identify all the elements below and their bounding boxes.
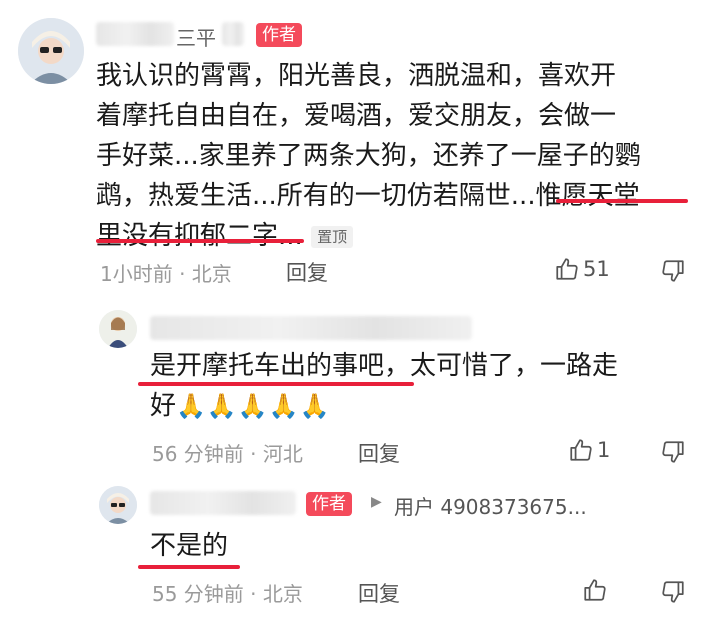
highlight-underline [96,239,304,243]
reply-button[interactable]: 回复 [358,578,400,608]
thumbs-up-icon[interactable] [554,256,580,282]
username[interactable]: 三平 [176,22,216,51]
avatar-image [18,18,84,84]
like-count: 1 [597,438,611,462]
comment-time-location: 1小时前 · 北京 [100,262,232,286]
reply-to-user[interactable]: 用户 4908373675... [394,491,587,520]
avatar[interactable] [18,18,84,84]
comment-line: 着摩托自由自在，爱喝酒，爱交朋友，会做一 [96,101,617,131]
thumbs-down-icon[interactable] [660,579,686,605]
comment-line: 鹉，热爱生活...所有的一切仿若隔世...惟愿天堂 [96,181,640,211]
avatar[interactable] [99,310,137,348]
comment-body: 我认识的霄霄，阳光善良，洒脱温和，喜欢开 着摩托自由自在，爱喝酒，爱交朋友，会做… [96,56,696,257]
play-arrow-icon: ▶ [371,494,382,510]
comment-line: 里没有抑郁二字... [96,221,303,251]
username-blurred-tail [222,22,244,46]
reply-line: 是开摩托车出的事吧，太可惜了，一路走 [150,346,690,386]
thumbs-down-icon[interactable] [660,439,686,465]
thumbs-down-icon[interactable] [660,258,686,284]
reply-line: 好🙏🙏🙏🙏🙏 [150,386,690,426]
thumbs-up-icon[interactable] [582,577,608,603]
author-badge: 作者 [256,23,302,47]
comment-line: 我认识的霄霄，阳光善良，洒脱温和，喜欢开 [96,61,617,91]
highlight-underline [138,565,240,569]
reply-body: 是开摩托车出的事吧，太可惜了，一路走 好🙏🙏🙏🙏🙏 [150,346,690,426]
highlight-underline [138,382,414,386]
like-count: 51 [583,257,610,281]
praying-hands-emoji: 🙏🙏🙏🙏🙏 [176,392,331,420]
reply-button[interactable]: 回复 [358,438,400,468]
pinned-badge: 置顶 [311,225,354,248]
thumbs-up-icon[interactable] [568,437,594,463]
avatar[interactable] [99,486,137,524]
username-blurred [96,22,174,46]
username-blurred [150,491,296,515]
reply-button[interactable]: 回复 [286,257,328,287]
author-badge: 作者 [306,492,352,516]
reply-text: ，太可惜了，一路走 [384,351,619,381]
reply-text-highlight: 是开摩托车出的事吧 [150,351,385,381]
reply-time-location: 55 分钟前 · 北京 [152,582,303,606]
username-blurred [150,316,472,340]
reply-text: 不是的 [150,531,229,561]
avatar-image [99,310,137,348]
avatar-image [99,486,137,524]
comment-line: 手好菜...家里养了两条大狗，还养了一屋子的鹦 [96,141,641,171]
reply-time-location: 56 分钟前 · 河北 [152,442,303,466]
highlight-underline [556,199,688,203]
comment-line-last: 里没有抑郁二字... 置顶 [96,216,696,257]
reply-text: 好 [150,391,177,421]
